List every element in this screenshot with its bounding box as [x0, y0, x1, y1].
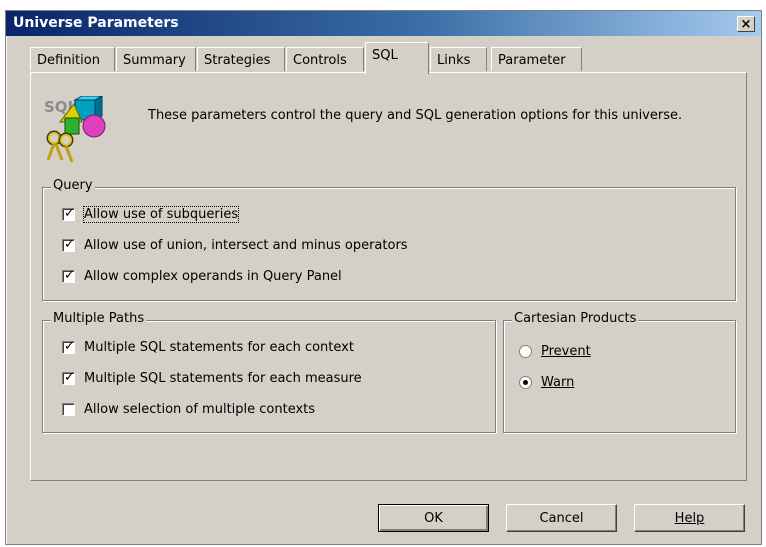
allow-union-intersect-minus-checkbox[interactable]: ✓ Allow use of union, intersect and minu… — [62, 237, 408, 253]
tab-sql[interactable]: SQL — [365, 42, 429, 74]
checkbox-box[interactable]: ✓ — [62, 339, 75, 354]
help-button[interactable]: Help — [634, 504, 745, 532]
check-icon: ✓ — [64, 268, 75, 283]
checkbox-box[interactable]: ✓ — [62, 370, 75, 385]
tab-controls[interactable]: Controls — [286, 47, 364, 71]
option-label: Multiple SQL statements for each measure — [84, 371, 362, 386]
tab-strategies[interactable]: Strategies — [197, 47, 285, 71]
tab-label: SQL — [372, 48, 398, 63]
close-button[interactable]: × — [737, 16, 755, 32]
checkbox-box[interactable]: ✓ — [62, 237, 75, 252]
button-label: OK — [424, 510, 443, 526]
button-label: Cancel — [539, 510, 584, 526]
cartesian-products-group-title: Cartesian Products — [512, 311, 639, 326]
tab-label: Summary — [123, 53, 186, 68]
radio-selected-icon — [523, 380, 528, 385]
checkbox-box[interactable] — [62, 403, 75, 416]
allow-multiple-contexts-checkbox[interactable]: Allow selection of multiple contexts — [62, 402, 315, 417]
option-label: Allow complex operands in Query Panel — [84, 269, 342, 284]
checkbox-box[interactable]: ✓ — [62, 206, 75, 221]
multiple-sql-each-context-checkbox[interactable]: ✓ Multiple SQL statements for each conte… — [62, 339, 354, 355]
option-label: Prevent — [541, 344, 591, 359]
prevent-radio[interactable]: Prevent — [519, 344, 591, 359]
radio-circle[interactable] — [519, 345, 532, 358]
multiple-paths-group-title: Multiple Paths — [51, 311, 147, 326]
tab-label: Definition — [37, 53, 100, 68]
query-group-title: Query — [51, 178, 95, 193]
tab-label: Links — [437, 53, 471, 68]
ok-button[interactable]: OK — [378, 504, 489, 532]
check-icon: ✓ — [64, 370, 75, 385]
check-icon: ✓ — [64, 237, 75, 252]
button-label: Help — [674, 510, 705, 526]
tab-label: Controls — [293, 53, 347, 68]
option-label: Allow selection of multiple contexts — [84, 402, 316, 417]
check-icon: ✓ — [64, 206, 75, 221]
tab-label: Parameter — [498, 53, 566, 68]
radio-circle[interactable] — [519, 376, 532, 389]
option-label: Allow use of union, intersect and minus … — [84, 238, 408, 253]
option-label: Multiple SQL statements for each context — [84, 340, 354, 355]
allow-complex-operands-checkbox[interactable]: ✓ Allow complex operands in Query Panel — [62, 268, 342, 284]
tab-links[interactable]: Links — [430, 47, 487, 71]
close-icon: × — [740, 17, 752, 32]
tab-summary[interactable]: Summary — [116, 47, 196, 71]
check-icon: ✓ — [64, 339, 75, 354]
multiple-sql-each-measure-checkbox[interactable]: ✓ Multiple SQL statements for each measu… — [62, 370, 362, 386]
sql-description: These parameters control the query and S… — [148, 108, 683, 123]
sql-keys-shapes-icon: SQL — [42, 95, 122, 172]
warn-radio[interactable]: Warn — [519, 375, 574, 390]
tab-label: Strategies — [204, 53, 271, 68]
checkbox-box[interactable]: ✓ — [62, 268, 75, 283]
tab-parameter[interactable]: Parameter — [491, 47, 582, 71]
title-bar[interactable]: Universe Parameters × — [6, 11, 761, 36]
tab-definition[interactable]: Definition — [30, 47, 115, 71]
option-label: Warn — [541, 375, 575, 390]
cancel-button[interactable]: Cancel — [506, 504, 617, 532]
window-title: Universe Parameters — [13, 15, 179, 31]
allow-subqueries-checkbox[interactable]: ✓ Allow use of subqueries — [62, 206, 240, 223]
option-label: Allow use of subqueries — [82, 206, 240, 223]
